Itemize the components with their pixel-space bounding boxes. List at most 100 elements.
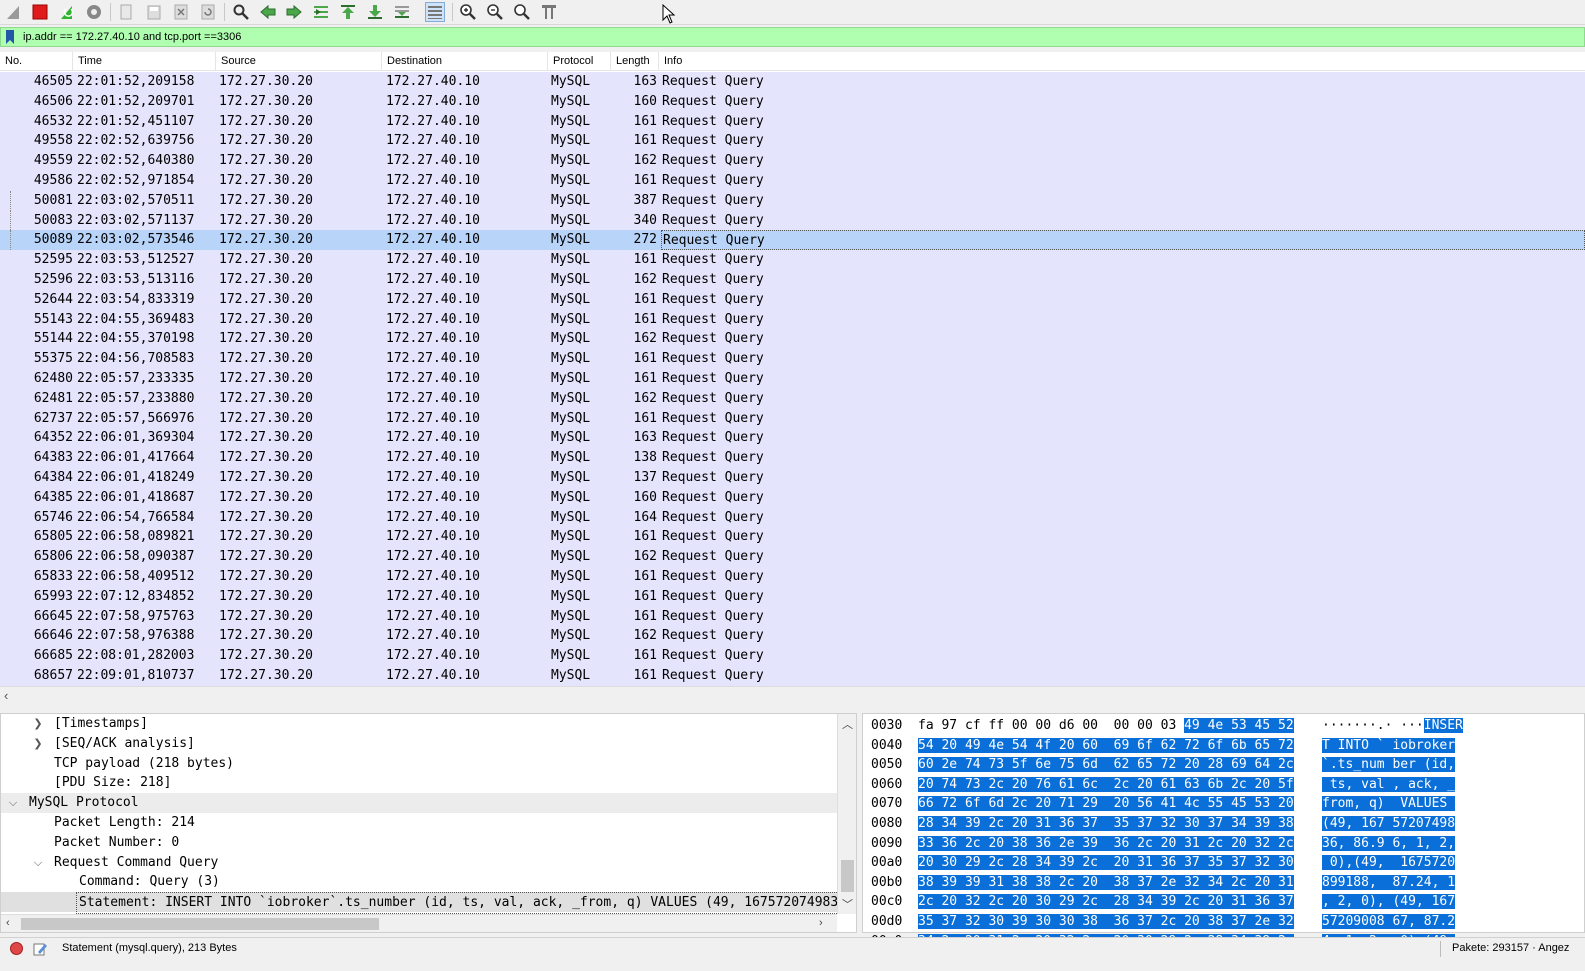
tree-item-tcp-payload[interactable]: TCP payload (218 bytes) xyxy=(1,754,837,774)
table-row[interactable]: 49586 22:02:52,971854 172.27.30.20 172.27.4… xyxy=(0,170,1585,191)
table-row[interactable]: 66645 22:07:58,975763 172.27.30.20 172.27.4… xyxy=(0,606,1585,627)
cell-no: 46506 xyxy=(33,93,73,109)
tree-item-packet-number[interactable]: Packet Number: 0 xyxy=(1,833,837,853)
scroll-thumb[interactable] xyxy=(841,860,854,892)
table-row[interactable]: 50083 22:03:02,571137 172.27.30.20 172.27.4… xyxy=(0,210,1585,231)
tree-item-pdu-size[interactable]: [PDU Size: 218] xyxy=(1,773,837,793)
zoom-out-icon[interactable] xyxy=(485,2,505,22)
stop-capture-icon[interactable] xyxy=(30,2,50,22)
column-header-length[interactable]: Length xyxy=(611,52,659,71)
scroll-down-icon[interactable]: ﹀ xyxy=(842,896,853,912)
cell-len: 164 xyxy=(633,509,657,525)
table-row[interactable]: 65993 22:07:12,834852 172.27.30.20 172.27.4… xyxy=(0,586,1585,607)
zoom-normal-icon[interactable] xyxy=(512,2,532,22)
table-row[interactable]: 64383 22:06:01,417664 172.27.30.20 172.27.4… xyxy=(0,448,1585,468)
table-row[interactable]: 49559 22:02:52,640380 172.27.30.20 172.27.4… xyxy=(0,151,1585,171)
column-header-info[interactable]: Info xyxy=(659,52,1585,71)
table-row[interactable]: 66646 22:07:58,976388 172.27.30.20 172.27.4… xyxy=(0,626,1585,647)
table-row[interactable]: 65833 22:06:58,409512 172.27.30.20 172.27.4… xyxy=(0,566,1585,587)
filter-bookmark-icon[interactable] xyxy=(5,30,15,44)
column-header-destination[interactable]: Destination xyxy=(382,52,548,71)
table-row[interactable]: 55143 22:04:55,369483 172.27.30.20 172.27.4… xyxy=(0,309,1585,330)
resize-columns-icon[interactable] xyxy=(539,2,559,22)
hex-bytes-selected: 28 34 39 2c 20 31 36 37 35 37 32 30 37 3… xyxy=(918,816,1294,831)
go-forward-icon[interactable] xyxy=(284,2,304,22)
table-row[interactable]: 64352 22:06:01,369304 172.27.30.20 172.27.4… xyxy=(0,428,1585,449)
edit-comment-icon[interactable] xyxy=(32,941,48,957)
table-row[interactable]: 62480 22:05:57,233335 172.27.30.20 172.27.4… xyxy=(0,368,1585,389)
restart-capture-icon[interactable] xyxy=(57,2,77,22)
tree-item-label: Packet Length: 214 xyxy=(54,814,195,830)
colorize-icon[interactable] xyxy=(425,2,445,22)
tree-item-mysql-protocol[interactable]: ⌵ MySQL Protocol xyxy=(1,793,837,813)
save-file-icon[interactable] xyxy=(144,2,164,22)
display-filter-bar[interactable]: ip.addr == 172.27.40.10 and tcp.port ==3… xyxy=(0,27,1585,47)
table-row[interactable]: 50081 22:03:02,570511 172.27.30.20 172.27.4… xyxy=(0,190,1585,211)
tree-item-timestamps[interactable]: ❯ [Timestamps] xyxy=(1,714,837,734)
expand-arrow-icon[interactable]: ❯ xyxy=(31,714,45,734)
scroll-up-icon[interactable]: ︿ xyxy=(842,716,853,732)
details-hscrollbar[interactable]: ‹ › xyxy=(1,914,837,932)
find-packet-icon[interactable] xyxy=(231,2,251,22)
table-row[interactable]: 50089 22:03:02,573546 172.27.30.20 172.27.4… xyxy=(0,230,1585,251)
collapse-arrow-icon[interactable]: ⌵ xyxy=(31,853,45,873)
shark-fin-icon[interactable] xyxy=(4,2,24,22)
table-row[interactable]: 46506 22:01:52,209701 172.27.30.20 172.27.4… xyxy=(0,91,1585,112)
column-header-no[interactable]: No. xyxy=(0,52,73,71)
cell-proto: MySQL xyxy=(551,172,591,188)
cell-time: 22:06:58,089821 xyxy=(77,529,195,545)
packet-list-hscrollbar[interactable]: ‹ xyxy=(0,686,1585,703)
autoscroll-icon[interactable] xyxy=(392,2,412,22)
table-row[interactable]: 65746 22:06:54,766584 172.27.30.20 172.27.4… xyxy=(0,507,1585,528)
table-row[interactable]: 65805 22:06:58,089821 172.27.30.20 172.27.4… xyxy=(0,527,1585,548)
scroll-left-icon[interactable]: ‹ xyxy=(4,687,8,704)
cell-dst: 172.27.40.10 xyxy=(386,153,480,169)
tree-item-command[interactable]: Command: Query (3) xyxy=(1,872,837,892)
table-row[interactable]: 64385 22:06:01,418687 172.27.30.20 172.27.4… xyxy=(0,487,1585,508)
expand-arrow-icon[interactable]: ❯ xyxy=(31,734,45,754)
go-to-packet-icon[interactable] xyxy=(311,2,331,22)
table-row[interactable]: 55144 22:04:55,370198 172.27.30.20 172.27.4… xyxy=(0,329,1585,350)
tree-item-seq-ack[interactable]: ❯ [SEQ/ACK analysis] xyxy=(1,734,837,754)
scroll-right-icon[interactable]: › xyxy=(819,917,823,929)
cell-no: 65805 xyxy=(33,529,73,545)
table-row[interactable]: 49558 22:02:52,639756 172.27.30.20 172.27.4… xyxy=(0,131,1585,152)
scroll-thumb[interactable] xyxy=(21,918,379,930)
column-header-source[interactable]: Source xyxy=(216,52,382,71)
table-row[interactable]: 62737 22:05:57,566976 172.27.30.20 172.27.4… xyxy=(0,408,1585,429)
table-row[interactable]: 66685 22:08:01,282003 172.27.30.20 172.27.4… xyxy=(0,646,1585,666)
tree-item-label: Command: Query (3) xyxy=(79,874,220,890)
scroll-left-icon[interactable]: ‹ xyxy=(6,917,10,929)
table-row[interactable]: 52596 22:03:53,513116 172.27.30.20 172.27.4… xyxy=(0,269,1585,290)
table-row[interactable]: 46505 22:01:52,209158 172.27.30.20 172.27.4… xyxy=(0,72,1585,92)
open-file-icon[interactable] xyxy=(116,2,136,22)
cell-dst: 172.27.40.10 xyxy=(386,291,480,307)
tree-item-statement[interactable]: Statement: INSERT INTO `iobroker`.ts_num… xyxy=(1,892,837,914)
tree-item-packet-length[interactable]: Packet Length: 214 xyxy=(1,813,837,833)
cell-len: 137 xyxy=(633,469,657,485)
tree-item-request-command[interactable]: ⌵ Request Command Query xyxy=(1,853,837,873)
column-header-time[interactable]: Time xyxy=(73,52,216,71)
zoom-in-icon[interactable] xyxy=(458,2,478,22)
first-packet-icon[interactable] xyxy=(338,2,358,22)
table-row[interactable]: 55375 22:04:56,708583 172.27.30.20 172.27.4… xyxy=(0,349,1585,369)
table-row[interactable]: 65806 22:06:58,090387 172.27.30.20 172.27.4… xyxy=(0,547,1585,567)
expert-info-icon[interactable] xyxy=(10,942,23,955)
table-row[interactable]: 52644 22:03:54,833319 172.27.30.20 172.27.4… xyxy=(0,289,1585,310)
column-header-protocol[interactable]: Protocol xyxy=(548,52,611,71)
display-filter-input[interactable]: ip.addr == 172.27.40.10 and tcp.port ==3… xyxy=(23,30,241,45)
go-back-icon[interactable] xyxy=(258,2,278,22)
cell-time: 22:07:58,975763 xyxy=(77,608,195,624)
table-row[interactable]: 52595 22:03:53,512527 172.27.30.20 172.27.4… xyxy=(0,250,1585,270)
table-row[interactable]: 62481 22:05:57,233880 172.27.30.20 172.27.4… xyxy=(0,388,1585,409)
table-row[interactable]: 68657 22:09:01,810737 172.27.30.20 172.27.4… xyxy=(0,665,1585,686)
table-row[interactable]: 64384 22:06:01,418249 172.27.30.20 172.27.4… xyxy=(0,467,1585,488)
reload-file-icon[interactable] xyxy=(198,2,218,22)
collapse-arrow-icon[interactable]: ⌵ xyxy=(6,793,20,813)
table-row[interactable]: 46532 22:01:52,451107 172.27.30.20 172.27.4… xyxy=(0,111,1585,132)
ascii-selected: from, q) VALUES xyxy=(1322,796,1456,812)
details-vscrollbar[interactable]: ︿ ﹀ xyxy=(837,714,856,914)
capture-options-icon[interactable] xyxy=(84,2,104,22)
last-packet-icon[interactable] xyxy=(365,2,385,22)
close-file-icon[interactable] xyxy=(171,2,191,22)
